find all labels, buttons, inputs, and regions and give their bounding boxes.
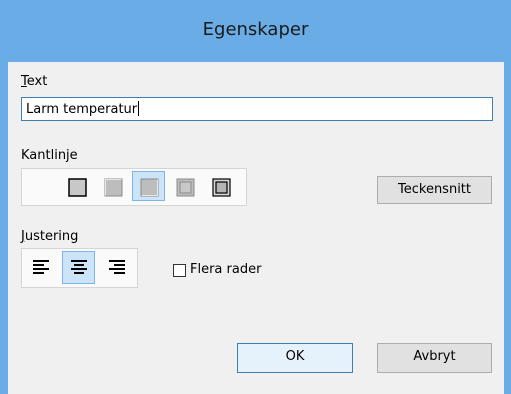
border-option-none[interactable] <box>24 171 57 201</box>
properties-dialog: Egenskaper Text Larm temperatur Kantlinj… <box>0 0 511 394</box>
alignment-label: Justering <box>21 229 79 244</box>
align-right-icon <box>109 260 125 274</box>
alignment-group <box>21 248 138 288</box>
border-option-sunken[interactable] <box>132 171 165 201</box>
ok-button[interactable]: OK <box>237 343 353 373</box>
sunken-border-icon <box>140 178 159 197</box>
border-style-group <box>21 168 247 206</box>
title-bar[interactable]: Egenskaper <box>0 0 511 62</box>
border-option-double[interactable] <box>204 171 237 201</box>
text-input-value: Larm temperatur <box>26 102 138 117</box>
text-cursor <box>138 101 140 116</box>
cancel-button[interactable]: Avbryt <box>377 343 492 373</box>
multiline-checkbox[interactable] <box>173 264 186 277</box>
text-label: Text <box>21 74 48 89</box>
alignment-label-mnemonic: J <box>21 229 25 244</box>
align-right-button[interactable] <box>100 251 133 284</box>
multiline-label[interactable]: Flera rader <box>190 262 261 277</box>
text-input[interactable]: Larm temperatur <box>21 97 493 121</box>
dialog-body: Text Larm temperatur Kantlinje Teckensni… <box>8 62 504 394</box>
border-label: Kantlinje <box>21 148 78 163</box>
font-button[interactable]: Teckensnitt <box>377 176 492 204</box>
border-option-etched[interactable] <box>168 171 201 201</box>
dialog-title: Egenskaper <box>202 19 309 40</box>
no-border-icon <box>32 178 51 197</box>
align-left-icon <box>33 260 49 274</box>
border-option-raised[interactable] <box>96 171 129 201</box>
border-option-single[interactable] <box>60 171 93 201</box>
align-left-button[interactable] <box>24 251 57 284</box>
raised-border-icon <box>104 178 123 197</box>
single-border-icon <box>68 178 87 197</box>
etched-border-icon <box>176 178 195 197</box>
text-label-mnemonic: T <box>21 74 27 89</box>
align-center-icon <box>71 260 87 274</box>
align-center-button[interactable] <box>62 251 95 284</box>
double-border-icon <box>212 178 231 197</box>
